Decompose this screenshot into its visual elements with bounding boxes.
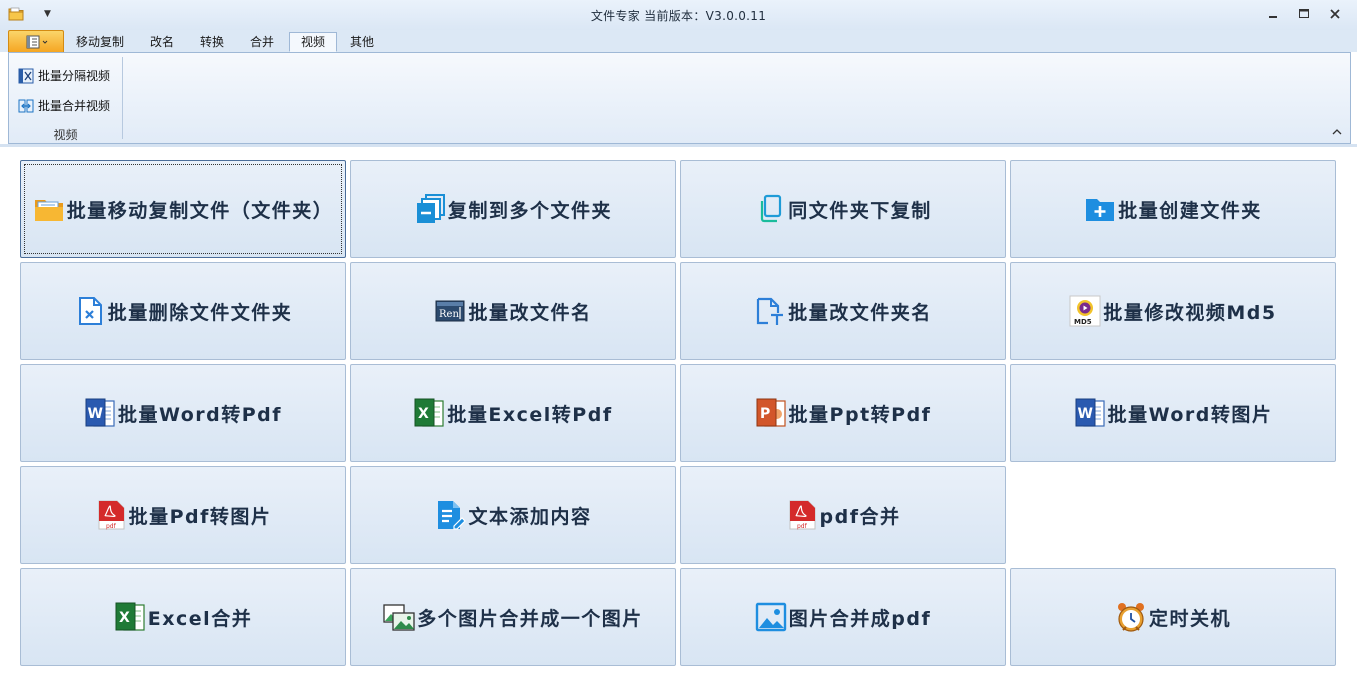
excel-icon: X [115,602,145,631]
svg-text:X: X [418,406,429,422]
tile-batch-rename-folders[interactable]: 批量改文件夹名 [680,262,1006,360]
tile-text-add-content[interactable]: 文本添加内容 [350,466,676,564]
title-bar: ▼ 文件专家 当前版本：V3.0.0.11 [0,0,1357,30]
batch-split-video-label: 批量分隔视频 [38,69,111,83]
tile-label: 批量Word转Pdf [117,403,283,426]
tile-scheduled-shutdown[interactable]: 定时关机 [1010,568,1336,666]
ppt-icon: P [756,398,786,427]
word-icon: W [85,398,115,427]
tile-label: 定时关机 [1148,607,1231,630]
pdf-icon: pdf [789,500,816,530]
tab-convert[interactable]: 转换 [189,32,235,52]
image-icon [755,602,786,632]
svg-text:Ren: Ren [439,309,459,320]
svg-text:MD5: MD5 [1074,318,1092,326]
tile-label: 批量Ppt转Pdf [788,403,932,426]
video-split-icon [18,68,34,84]
window-title: 文件专家 当前版本：V3.0.0.11 [590,9,767,23]
ribbon-panel: 批量分隔视频 批量合并视频 视频 [8,52,1351,144]
folder-icon [34,200,63,221]
file-delete-icon [78,297,102,325]
tab-rename[interactable]: 改名 [138,32,186,52]
tile-batch-move-copy[interactable]: 批量移动复制文件（文件夹） [20,160,346,258]
folder-rename-icon [757,297,784,325]
tile-label: 批量修改视频Md5 [1103,301,1277,324]
ribbon-tab-bar: 移动复制 改名 转换 合并 视频 其他 [0,30,1357,52]
tab-merge[interactable]: 合并 [239,32,285,52]
pdf-icon: pdf [98,500,125,530]
tab-move-copy[interactable]: 移动复制 [68,32,132,52]
md5-icon: MD5 [1069,295,1101,327]
ribbon-group-label: 视频 [53,128,78,142]
svg-text:X: X [119,610,130,626]
tile-batch-create-folders[interactable]: 批量创建文件夹 [1010,160,1336,258]
tile-label: 同文件夹下复制 [788,199,932,222]
folder-add-icon [1086,199,1115,221]
tab-other[interactable]: 其他 [339,32,385,52]
tile-label: 批量删除文件文件夹 [107,301,293,324]
svg-text:P: P [760,406,770,422]
tile-batch-excel-to-pdf[interactable]: X 批量Excel转Pdf [350,364,676,462]
tile-batch-delete[interactable]: 批量删除文件文件夹 [20,262,346,360]
tile-label: 批量Word转图片 [1107,403,1273,426]
alarm-clock-icon [1117,603,1144,632]
application-menu-button[interactable] [8,30,64,52]
tile-batch-word-to-image[interactable]: W 批量Word转图片 [1010,364,1336,462]
minimize-button[interactable] [1264,6,1282,22]
text-edit-icon [438,501,467,530]
image-merge-icon [383,604,415,631]
svg-text:W: W [1077,406,1092,422]
tile-batch-pdf-to-image[interactable]: pdf 批量Pdf转图片 [20,466,346,564]
word-icon: W [1075,398,1105,427]
tile-merge-images-into-one[interactable]: 多个图片合并成一个图片 [350,568,676,666]
tile-label: 批量创建文件夹 [1118,199,1262,222]
svg-text:pdf: pdf [106,523,117,530]
collapse-ribbon-icon[interactable] [1331,127,1343,137]
tile-label: 文本添加内容 [468,505,592,528]
tile-copy-to-multiple-folders[interactable]: 复制到多个文件夹 [350,160,676,258]
tile-batch-ppt-to-pdf[interactable]: P 批量Ppt转Pdf [680,364,1006,462]
excel-icon: X [414,398,444,427]
tile-copy-in-same-folder[interactable]: 同文件夹下复制 [680,160,1006,258]
tile-label: Excel合并 [147,607,253,630]
tile-label: 批量移动复制文件（文件夹） [66,199,334,222]
copy-icon [761,194,782,223]
function-tile-grid: 批量移动复制文件（文件夹） 复制到多个文件夹 同文件夹下复制 批量创建文件夹 批… [0,147,1357,673]
tile-batch-rename-files[interactable]: Ren 批量改文件名 [350,262,676,360]
maximize-button[interactable] [1295,6,1313,22]
tile-label: 多个图片合并成一个图片 [417,607,643,630]
svg-text:pdf: pdf [797,523,808,530]
tile-label: 批量改文件夹名 [788,301,932,324]
group-separator [122,57,123,139]
tile-label: pdf合并 [819,505,901,528]
video-merge-icon [18,99,34,113]
tile-label: 批量Pdf转图片 [128,505,272,528]
tab-video[interactable]: 视频 [289,32,337,52]
tile-label: 复制到多个文件夹 [447,199,612,222]
tile-label: 图片合并成pdf [788,607,932,630]
rename-icon: Ren [435,300,465,322]
batch-merge-video-label: 批量合并视频 [38,99,111,113]
menu-icon [26,35,48,49]
tile-batch-modify-video-md5[interactable]: MD5 批量修改视频Md5 [1010,262,1336,360]
tile-label: 批量改文件名 [468,301,592,324]
tile-batch-word-to-pdf[interactable]: W 批量Word转Pdf [20,364,346,462]
multi-copy-icon [416,194,445,223]
tile-excel-merge[interactable]: X Excel合并 [20,568,346,666]
svg-text:W: W [87,406,102,422]
tile-pdf-merge[interactable]: pdf pdf合并 [680,466,1006,564]
close-button[interactable] [1326,6,1344,22]
tile-images-to-pdf[interactable]: 图片合并成pdf [680,568,1006,666]
tile-label: 批量Excel转Pdf [447,403,613,426]
